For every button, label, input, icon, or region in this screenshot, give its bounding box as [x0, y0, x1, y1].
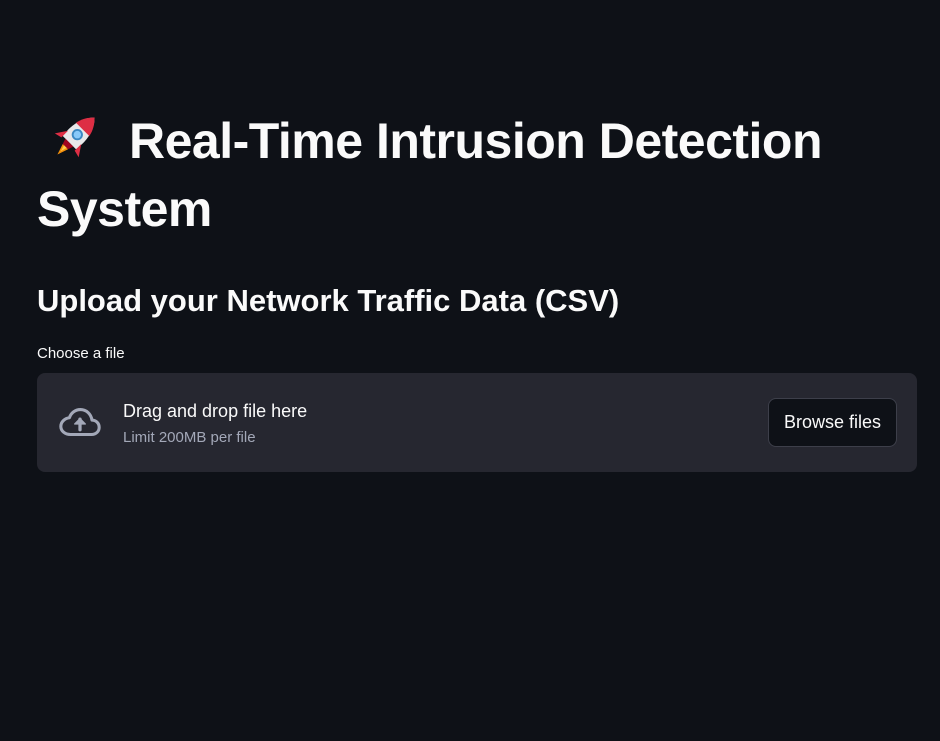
page-title-text: Real-Time Intrusion Detection System [37, 113, 823, 237]
browse-files-button[interactable]: Browse files [767, 398, 897, 447]
rocket-icon [45, 106, 107, 166]
dropzone-limit-text: Limit 200MB per file [123, 428, 256, 446]
file-dropzone[interactable]: Drag and drop file here Limit 200MB per … [37, 373, 917, 472]
app-page: Real-Time Intrusion Detection System Upl… [0, 0, 940, 741]
file-uploader-label: Choose a file [37, 345, 125, 362]
main-content: Real-Time Intrusion Detection System Upl… [37, 106, 917, 472]
dropzone-instructions: Drag and drop file here Limit 200MB per … [123, 398, 768, 448]
cloud-upload-icon [57, 400, 103, 446]
dropzone-primary-text: Drag and drop file here [123, 400, 308, 421]
section-heading: Upload your Network Traffic Data (CSV) [37, 283, 620, 318]
page-title: Real-Time Intrusion Detection System [37, 106, 917, 243]
